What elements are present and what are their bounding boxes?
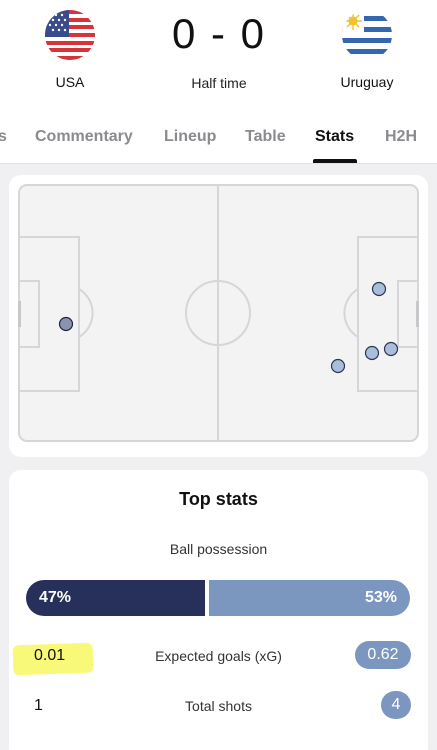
- tab-table[interactable]: Table: [245, 128, 286, 146]
- tab-overflow[interactable]: s: [0, 128, 7, 146]
- tab-commentary[interactable]: Commentary: [35, 128, 133, 146]
- stat-row-xg: 0.01 Expected goals (xG) 0.62: [26, 641, 411, 671]
- away-shot-marker[interactable]: [330, 358, 346, 374]
- usa-flag-icon: [45, 10, 95, 60]
- left-goal: [18, 301, 21, 327]
- away-shot-marker[interactable]: [383, 341, 399, 357]
- match-status: Half time: [191, 75, 247, 91]
- stat-row-total-shots: 1 Total shots 4: [26, 691, 411, 721]
- uruguay-flag-icon: [342, 10, 392, 60]
- tab-h2h[interactable]: H2H: [385, 128, 417, 146]
- home-shot-marker[interactable]: [58, 316, 74, 332]
- away-team-name: Uruguay: [340, 74, 394, 90]
- possession-label: Ball possession: [169, 541, 268, 557]
- tab-lineup[interactable]: Lineup: [164, 128, 216, 146]
- top-stats-card: Top stats Ball possession 47% 53% 0.01 E…: [9, 470, 428, 750]
- home-possession-bar: 47%: [26, 580, 205, 616]
- away-team[interactable]: Uruguay: [317, 10, 417, 90]
- away-xg-value: 0.62: [355, 641, 411, 669]
- match-tabs: s Commentary Lineup Table Stats H2H: [0, 112, 437, 164]
- tab-stats[interactable]: Stats: [315, 128, 354, 146]
- right-goal: [416, 301, 419, 327]
- home-team[interactable]: USA: [20, 10, 120, 90]
- active-tab-indicator: [313, 159, 357, 163]
- shot-map-pitch: [18, 184, 419, 442]
- away-possession-value: 53%: [364, 589, 397, 606]
- match-score: 0 - 0: [171, 10, 267, 57]
- home-team-name: USA: [55, 74, 85, 90]
- away-shot-marker[interactable]: [371, 281, 387, 297]
- away-possession-bar: 53%: [209, 580, 410, 616]
- home-possession-value: 47%: [39, 589, 72, 606]
- shot-map-card: [9, 175, 428, 457]
- top-stats-title: Top stats: [179, 489, 258, 509]
- away-total-shots-value: 4: [381, 691, 411, 719]
- away-shot-marker[interactable]: [364, 345, 380, 361]
- total-shots-label: Total shots: [185, 698, 252, 714]
- xg-label: Expected goals (xG): [155, 648, 282, 664]
- match-header: USA 0 - 0 Half time Uruguay: [0, 0, 437, 112]
